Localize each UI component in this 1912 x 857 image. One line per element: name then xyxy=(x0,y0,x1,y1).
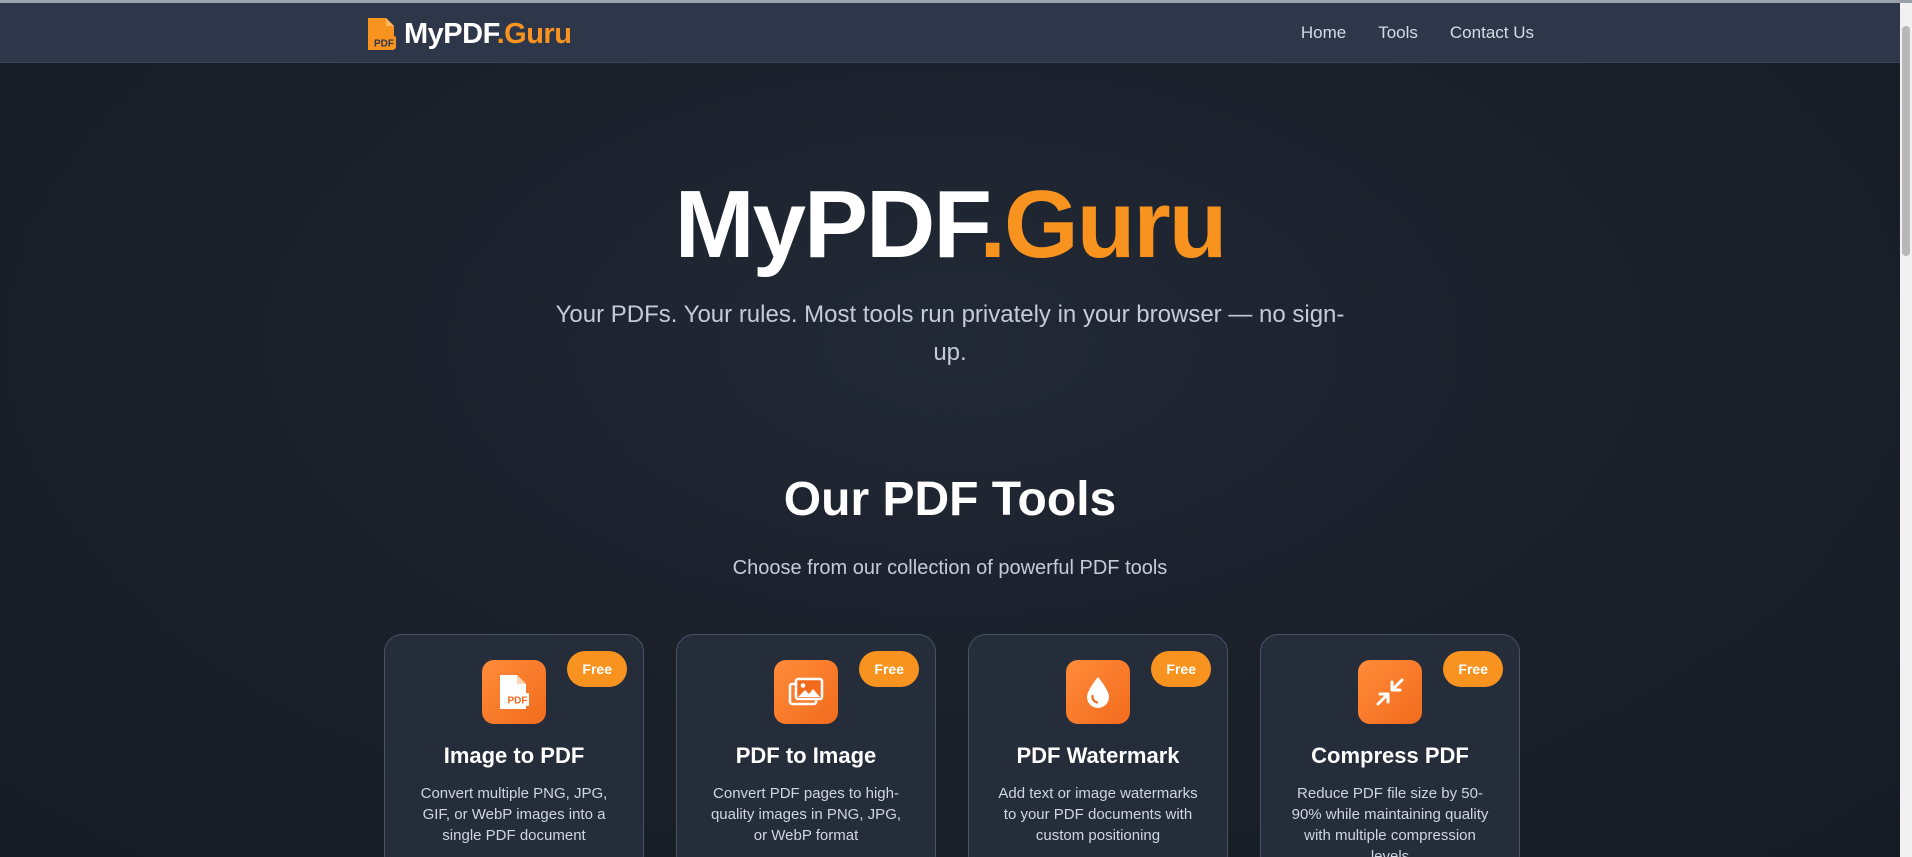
free-badge: Free xyxy=(567,651,627,687)
brand-name-accent: .Guru xyxy=(496,17,572,50)
brand-name: MyPDF.Guru xyxy=(404,17,572,51)
droplet-icon xyxy=(1066,660,1130,724)
hero-title-main: MyPDF xyxy=(674,171,982,278)
brand-logo[interactable]: PDF MyPDF.Guru xyxy=(366,16,572,52)
compress-icon xyxy=(1358,660,1422,724)
brand-name-main: MyPDF xyxy=(404,17,497,50)
tool-card-description: Reduce PDF file size by 50-90% while mai… xyxy=(1291,785,1489,857)
top-navbar: PDF MyPDF.Guru Home Tools Contact Us xyxy=(0,3,1900,63)
hero-title-accent: .Guru xyxy=(979,171,1227,278)
images-icon xyxy=(774,660,838,724)
tool-card-pdf-watermark[interactable]: Free PDF Watermark Add text or image wat… xyxy=(968,634,1228,857)
nav-link-contact-us[interactable]: Contact Us xyxy=(1450,23,1534,43)
nav-link-tools[interactable]: Tools xyxy=(1378,23,1418,43)
tool-card-title: PDF to Image xyxy=(735,743,877,768)
tool-card-description: Add text or image watermarks to your PDF… xyxy=(998,785,1198,844)
tool-card-description: Convert multiple PNG, JPG, GIF, or WebP … xyxy=(420,785,608,844)
tools-section-title: Our PDF Tools xyxy=(783,473,1117,526)
nav-link-home[interactable]: Home xyxy=(1301,23,1346,43)
file-pdf-icon: PDF xyxy=(482,660,546,724)
svg-text:PDF: PDF xyxy=(508,696,528,707)
page-scrollbar[interactable] xyxy=(1900,3,1912,857)
svg-text:PDF: PDF xyxy=(374,39,394,50)
tool-card-title: Compress PDF xyxy=(1311,743,1469,768)
tool-card-description: Convert PDF pages to high-quality images… xyxy=(710,785,902,844)
scrollbar-thumb[interactable] xyxy=(1902,26,1910,256)
free-badge: Free xyxy=(1443,651,1503,687)
free-badge: Free xyxy=(859,651,919,687)
nav-links: Home Tools Contact Us xyxy=(1301,3,1534,63)
free-badge: Free xyxy=(1151,651,1211,687)
hero-subtitle: Your PDFs. Your rules. Most tools run pr… xyxy=(555,301,1345,366)
pdf-file-icon: PDF xyxy=(366,16,398,52)
hero-title: MyPDF.Guru xyxy=(0,170,1900,280)
tool-card-pdf-to-image[interactable]: Free PDF to Image Convert PDF pages to h… xyxy=(676,634,936,857)
tools-section-subtitle: Choose from our collection of powerful P… xyxy=(732,557,1168,579)
tool-card-title: PDF Watermark xyxy=(1016,743,1180,768)
tool-card-image-to-pdf[interactable]: Free PDF Image to PDF Convert multiple P… xyxy=(384,634,644,857)
tool-card-compress-pdf[interactable]: Free Compress PDF Reduce PDF file size b… xyxy=(1260,634,1520,857)
tool-card-title: Image to PDF xyxy=(443,743,585,768)
